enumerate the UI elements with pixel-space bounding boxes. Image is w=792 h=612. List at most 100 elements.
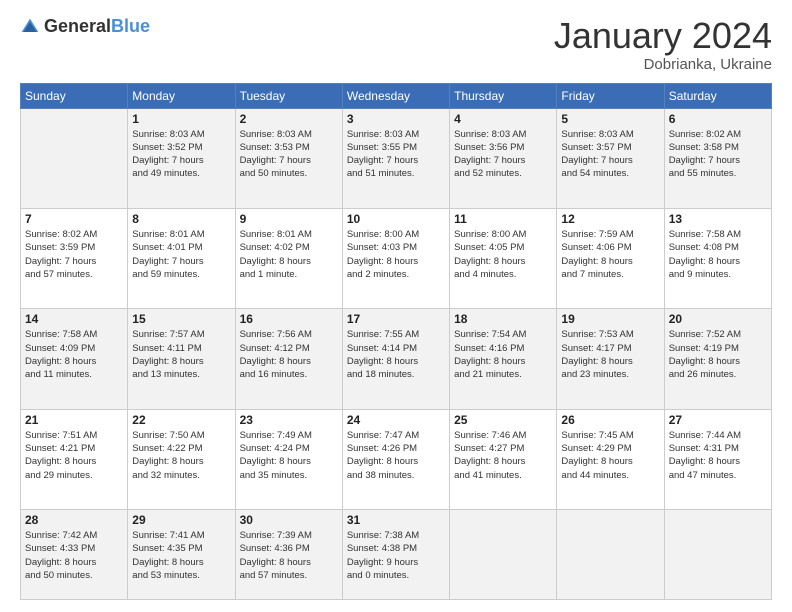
day-info: Sunrise: 8:03 AMSunset: 3:57 PMDaylight:… <box>561 128 659 181</box>
calendar-header-row: Sunday Monday Tuesday Wednesday Thursday… <box>21 83 772 108</box>
day-number: 20 <box>669 312 767 326</box>
table-row: 26 Sunrise: 7:45 AMSunset: 4:29 PMDayligh… <box>557 409 664 509</box>
day-info: Sunrise: 7:50 AMSunset: 4:22 PMDaylight:… <box>132 429 230 482</box>
table-row: 7 Sunrise: 8:02 AMSunset: 3:59 PMDaylight… <box>21 208 128 308</box>
table-row: 29 Sunrise: 7:41 AMSunset: 4:35 PMDayligh… <box>128 510 235 600</box>
day-number: 18 <box>454 312 552 326</box>
location-title: Dobrianka, Ukraine <box>554 56 772 73</box>
logo: GeneralBlue <box>20 16 150 37</box>
col-monday: Monday <box>128 83 235 108</box>
day-number: 22 <box>132 413 230 427</box>
day-info: Sunrise: 7:51 AMSunset: 4:21 PMDaylight:… <box>25 429 123 482</box>
day-info: Sunrise: 7:59 AMSunset: 4:06 PMDaylight:… <box>561 228 659 281</box>
day-info: Sunrise: 7:41 AMSunset: 4:35 PMDaylight:… <box>132 529 230 582</box>
day-info: Sunrise: 7:39 AMSunset: 4:36 PMDaylight:… <box>240 529 338 582</box>
table-row: 24 Sunrise: 7:47 AMSunset: 4:26 PMDayligh… <box>342 409 449 509</box>
day-info: Sunrise: 7:54 AMSunset: 4:16 PMDaylight:… <box>454 328 552 381</box>
day-number: 2 <box>240 112 338 126</box>
table-row <box>450 510 557 600</box>
table-row: 4Sunrise: 8:03 AMSunset: 3:56 PMDaylight… <box>450 108 557 208</box>
calendar-table: Sunday Monday Tuesday Wednesday Thursday… <box>20 83 772 600</box>
table-row: 17Sunrise: 7:55 AMSunset: 4:14 PMDayligh… <box>342 309 449 409</box>
day-info: Sunrise: 8:03 AMSunset: 3:52 PMDaylight:… <box>132 128 230 181</box>
table-row: 20Sunrise: 7:52 AMSunset: 4:19 PMDayligh… <box>664 309 771 409</box>
day-number: 30 <box>240 513 338 527</box>
day-info: Sunrise: 7:58 AMSunset: 4:08 PMDaylight:… <box>669 228 767 281</box>
day-number: 25 <box>454 413 552 427</box>
calendar-week-row: 21Sunrise: 7:51 AMSunset: 4:21 PMDayligh… <box>21 409 772 509</box>
table-row <box>664 510 771 600</box>
table-row: 22 Sunrise: 7:50 AMSunset: 4:22 PMDayligh… <box>128 409 235 509</box>
day-info: Sunrise: 8:01 AMSunset: 4:02 PMDaylight:… <box>240 228 338 281</box>
page: GeneralBlue January 2024 Dobrianka, Ukra… <box>0 0 792 612</box>
day-number: 1 <box>132 112 230 126</box>
month-title: January 2024 <box>554 16 772 56</box>
table-row: 18 Sunrise: 7:54 AMSunset: 4:16 PMDayligh… <box>450 309 557 409</box>
day-number: 31 <box>347 513 445 527</box>
day-number: 12 <box>561 212 659 226</box>
table-row: 2 Sunrise: 8:03 AMSunset: 3:53 PMDaylight… <box>235 108 342 208</box>
table-row: 27 Sunrise: 7:44 AMSunset: 4:31 PMDayligh… <box>664 409 771 509</box>
logo-general: GeneralBlue <box>44 16 150 37</box>
col-friday: Friday <box>557 83 664 108</box>
table-row: 15 Sunrise: 7:57 AMSunset: 4:11 PMDayligh… <box>128 309 235 409</box>
day-info: Sunrise: 7:58 AMSunset: 4:09 PMDaylight:… <box>25 328 123 381</box>
day-number: 23 <box>240 413 338 427</box>
day-number: 8 <box>132 212 230 226</box>
day-info: Sunrise: 7:57 AMSunset: 4:11 PMDaylight:… <box>132 328 230 381</box>
col-tuesday: Tuesday <box>235 83 342 108</box>
logo-icon <box>20 17 40 37</box>
col-sunday: Sunday <box>21 83 128 108</box>
day-number: 6 <box>669 112 767 126</box>
day-number: 5 <box>561 112 659 126</box>
table-row: 12 Sunrise: 7:59 AMSunset: 4:06 PMDayligh… <box>557 208 664 308</box>
table-row: 30 Sunrise: 7:39 AMSunset: 4:36 PMDayligh… <box>235 510 342 600</box>
day-number: 29 <box>132 513 230 527</box>
day-number: 24 <box>347 413 445 427</box>
day-info: Sunrise: 7:47 AMSunset: 4:26 PMDaylight:… <box>347 429 445 482</box>
day-info: Sunrise: 7:44 AMSunset: 4:31 PMDaylight:… <box>669 429 767 482</box>
table-row: 11Sunrise: 8:00 AMSunset: 4:05 PMDayligh… <box>450 208 557 308</box>
table-row: 6 Sunrise: 8:02 AMSunset: 3:58 PMDaylight… <box>664 108 771 208</box>
table-row: 25 Sunrise: 7:46 AMSunset: 4:27 PMDayligh… <box>450 409 557 509</box>
calendar-week-row: 7 Sunrise: 8:02 AMSunset: 3:59 PMDaylight… <box>21 208 772 308</box>
table-row: 23 Sunrise: 7:49 AMSunset: 4:24 PMDayligh… <box>235 409 342 509</box>
table-row: 5 Sunrise: 8:03 AMSunset: 3:57 PMDaylight… <box>557 108 664 208</box>
day-number: 13 <box>669 212 767 226</box>
day-info: Sunrise: 8:03 AMSunset: 3:53 PMDaylight:… <box>240 128 338 181</box>
table-row: 28 Sunrise: 7:42 AMSunset: 4:33 PMDayligh… <box>21 510 128 600</box>
day-info: Sunrise: 8:01 AMSunset: 4:01 PMDaylight:… <box>132 228 230 281</box>
col-thursday: Thursday <box>450 83 557 108</box>
day-info: Sunrise: 7:46 AMSunset: 4:27 PMDaylight:… <box>454 429 552 482</box>
table-row: 9Sunrise: 8:01 AMSunset: 4:02 PMDaylight… <box>235 208 342 308</box>
table-row: 19Sunrise: 7:53 AMSunset: 4:17 PMDayligh… <box>557 309 664 409</box>
day-info: Sunrise: 7:45 AMSunset: 4:29 PMDaylight:… <box>561 429 659 482</box>
day-number: 3 <box>347 112 445 126</box>
day-number: 7 <box>25 212 123 226</box>
day-number: 4 <box>454 112 552 126</box>
table-row: 21Sunrise: 7:51 AMSunset: 4:21 PMDayligh… <box>21 409 128 509</box>
day-number: 27 <box>669 413 767 427</box>
day-info: Sunrise: 8:02 AMSunset: 3:59 PMDaylight:… <box>25 228 123 281</box>
day-info: Sunrise: 8:00 AMSunset: 4:05 PMDaylight:… <box>454 228 552 281</box>
day-number: 15 <box>132 312 230 326</box>
day-number: 10 <box>347 212 445 226</box>
table-row: 3Sunrise: 8:03 AMSunset: 3:55 PMDaylight… <box>342 108 449 208</box>
col-saturday: Saturday <box>664 83 771 108</box>
day-info: Sunrise: 7:49 AMSunset: 4:24 PMDaylight:… <box>240 429 338 482</box>
calendar-week-row: 14 Sunrise: 7:58 AMSunset: 4:09 PMDayligh… <box>21 309 772 409</box>
table-row: 13 Sunrise: 7:58 AMSunset: 4:08 PMDayligh… <box>664 208 771 308</box>
table-row <box>21 108 128 208</box>
day-number: 28 <box>25 513 123 527</box>
day-number: 14 <box>25 312 123 326</box>
day-number: 26 <box>561 413 659 427</box>
day-info: Sunrise: 7:55 AMSunset: 4:14 PMDaylight:… <box>347 328 445 381</box>
day-info: Sunrise: 7:56 AMSunset: 4:12 PMDaylight:… <box>240 328 338 381</box>
day-info: Sunrise: 7:42 AMSunset: 4:33 PMDaylight:… <box>25 529 123 582</box>
day-info: Sunrise: 7:38 AMSunset: 4:38 PMDaylight:… <box>347 529 445 582</box>
table-row: 14 Sunrise: 7:58 AMSunset: 4:09 PMDayligh… <box>21 309 128 409</box>
col-wednesday: Wednesday <box>342 83 449 108</box>
day-info: Sunrise: 8:02 AMSunset: 3:58 PMDaylight:… <box>669 128 767 181</box>
title-block: January 2024 Dobrianka, Ukraine <box>554 16 772 73</box>
calendar-week-row: 28 Sunrise: 7:42 AMSunset: 4:33 PMDayligh… <box>21 510 772 600</box>
